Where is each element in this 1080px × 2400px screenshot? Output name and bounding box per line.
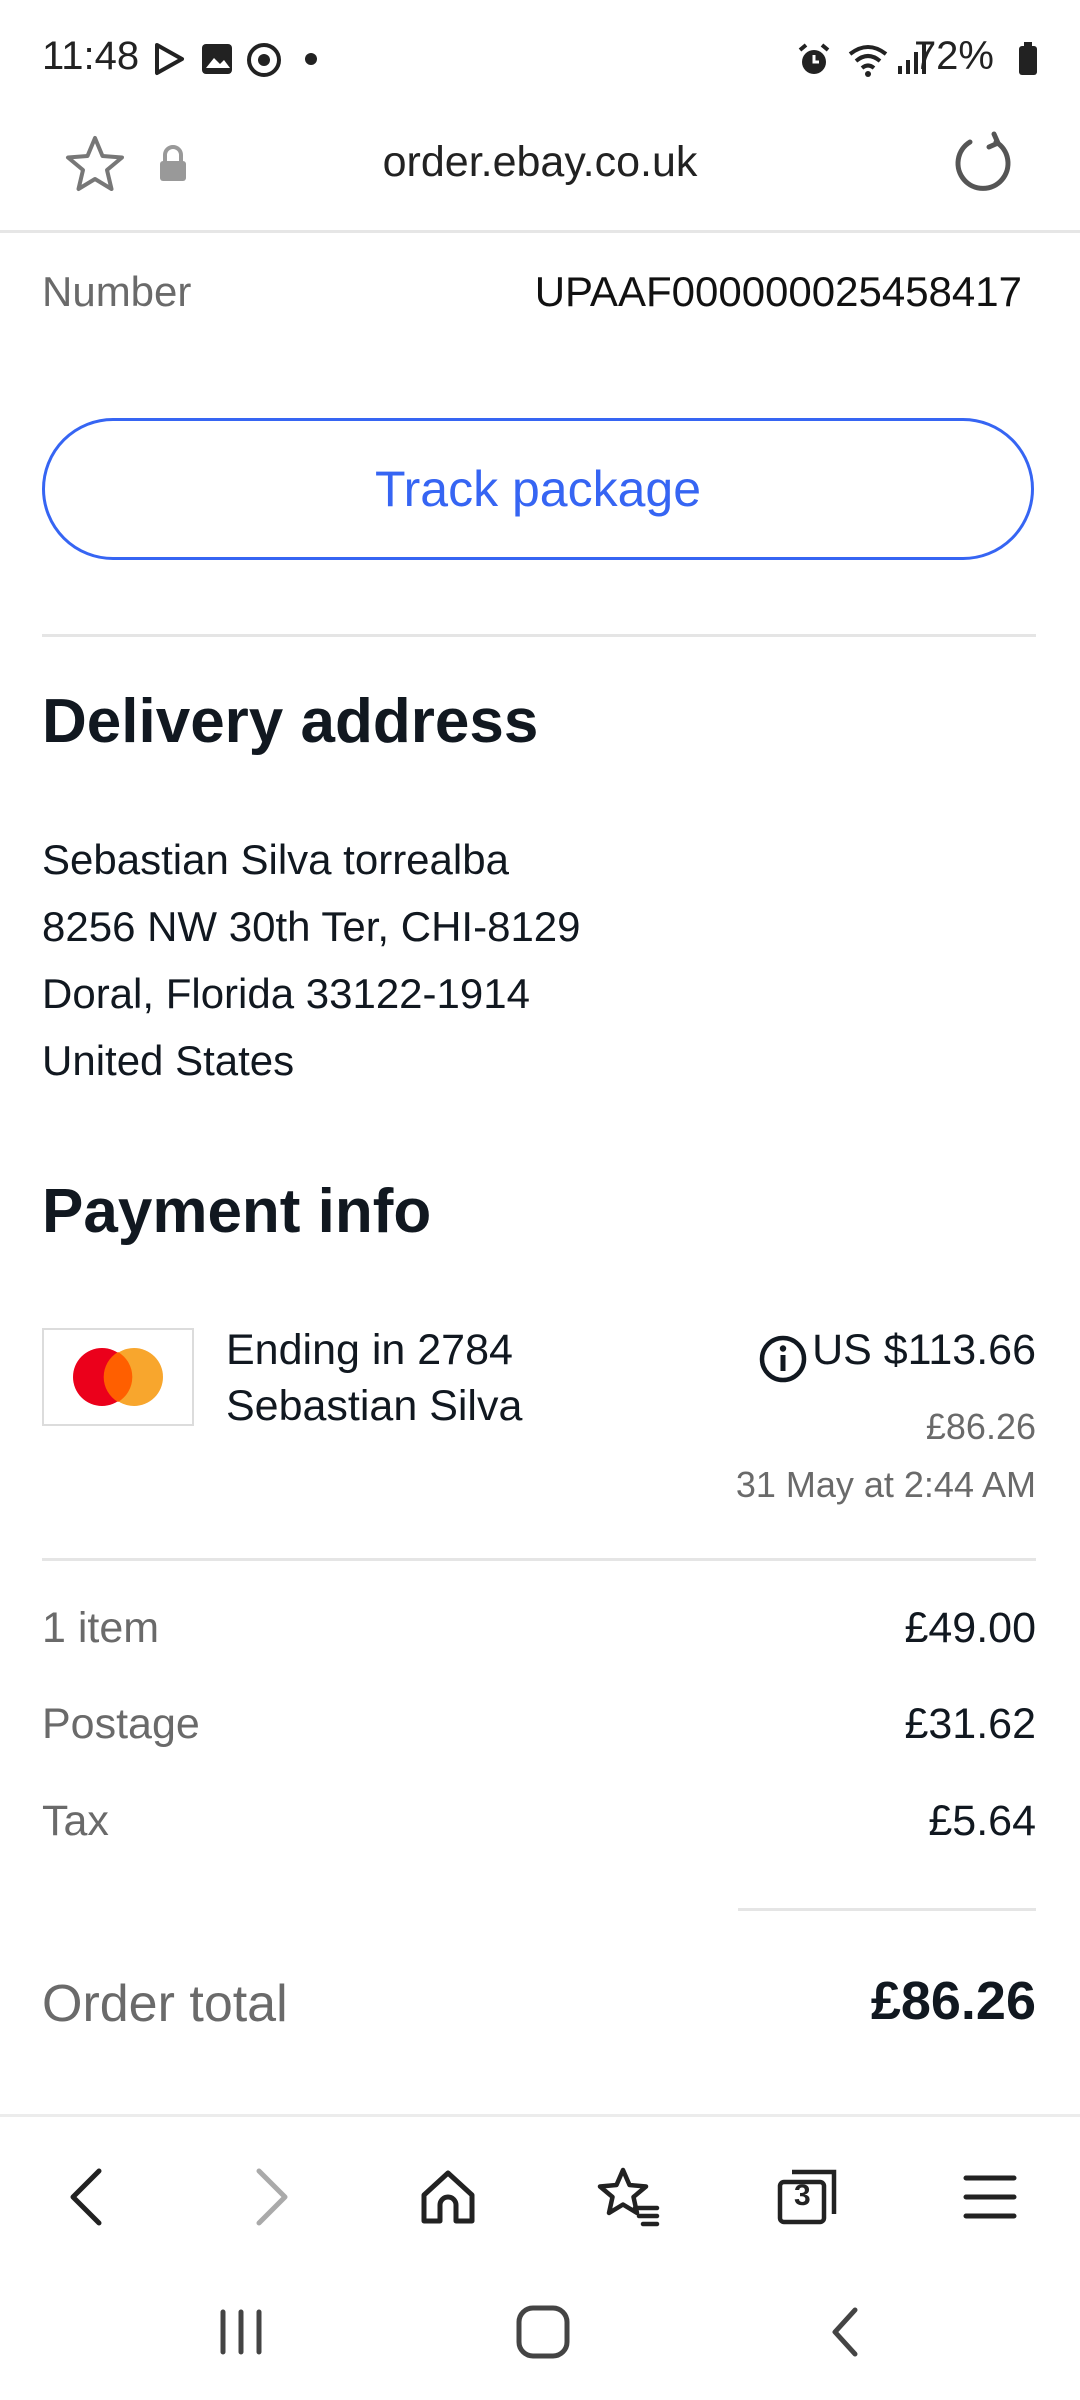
back-nav-icon bbox=[832, 2307, 858, 2357]
mastercard-logo bbox=[42, 1328, 194, 1426]
card-ending: Ending in 2784 bbox=[226, 1326, 513, 1374]
forward-arrow-icon bbox=[256, 2168, 288, 2226]
payment-date: 31 May at 2:44 AM bbox=[735, 1464, 1036, 1505]
home-nav-button[interactable] bbox=[498, 2292, 588, 2372]
gallery-icon bbox=[200, 42, 234, 81]
summary-value-tax: £5.64 bbox=[928, 1797, 1036, 1845]
menu-button[interactable] bbox=[950, 2157, 1030, 2237]
address-line-street: 8256 NW 30th Ter, CHI-8129 bbox=[42, 903, 581, 950]
refresh-icon[interactable] bbox=[950, 130, 1016, 201]
divider bbox=[42, 1558, 1036, 1561]
track-package-button[interactable]: Track package bbox=[42, 418, 1034, 560]
info-icon[interactable] bbox=[758, 1334, 808, 1389]
chrome-icon bbox=[246, 42, 282, 83]
dot-icon bbox=[304, 52, 318, 71]
alarm-icon bbox=[796, 42, 832, 83]
tracking-number-label: Number bbox=[42, 268, 192, 315]
summary-value-postage: £31.62 bbox=[904, 1700, 1036, 1748]
battery-icon bbox=[1018, 42, 1038, 81]
hamburger-menu-icon bbox=[963, 2175, 1017, 2219]
back-button[interactable] bbox=[46, 2157, 126, 2237]
subtotal-divider bbox=[738, 1908, 1036, 1911]
summary-label-items: 1 item bbox=[42, 1604, 160, 1652]
payment-amount-gbp: £86.26 bbox=[925, 1406, 1036, 1447]
address-line-name: Sebastian Silva torrealba bbox=[42, 836, 509, 883]
home-button[interactable] bbox=[408, 2157, 488, 2237]
home-nav-icon bbox=[516, 2305, 570, 2359]
back-arrow-icon bbox=[70, 2168, 102, 2226]
system-nav-bar bbox=[0, 2264, 1080, 2400]
tracking-number-value: UPAAF000000025458417 bbox=[534, 268, 1022, 315]
status-time: 11:48 bbox=[42, 34, 140, 78]
forward-button[interactable] bbox=[232, 2157, 312, 2237]
bookmarks-star-list-icon bbox=[597, 2167, 660, 2227]
recent-apps-button[interactable] bbox=[196, 2292, 286, 2372]
delivery-address-title: Delivery address bbox=[42, 687, 539, 756]
status-bar: 11:48 72% bbox=[0, 0, 1080, 120]
payment-info-title: Payment info bbox=[42, 1177, 432, 1246]
home-icon bbox=[421, 2170, 475, 2224]
browser-toolbar: 3 bbox=[0, 2114, 1080, 2267]
recent-apps-icon bbox=[220, 2309, 262, 2355]
summary-value-items: £49.00 bbox=[904, 1604, 1036, 1652]
payment-amount-usd: US $113.66 bbox=[812, 1326, 1036, 1374]
tab-count: 3 bbox=[794, 2179, 811, 2212]
summary-label-postage: Postage bbox=[42, 1700, 200, 1748]
mastercard-icon bbox=[73, 1348, 163, 1406]
card-holder: Sebastian Silva bbox=[226, 1382, 523, 1430]
wifi-icon bbox=[846, 42, 890, 83]
back-nav-button[interactable] bbox=[800, 2292, 890, 2372]
address-line-country: United States bbox=[42, 1037, 295, 1084]
bookmarks-button[interactable] bbox=[588, 2157, 668, 2237]
url-text[interactable]: order.ebay.co.uk bbox=[0, 138, 1080, 187]
order-total-label: Order total bbox=[42, 1975, 288, 2033]
address-line-city: Doral, Florida 33122-1914 bbox=[42, 970, 530, 1017]
play-store-icon bbox=[152, 42, 186, 81]
order-total-value: £86.26 bbox=[870, 1971, 1036, 2031]
url-bar[interactable]: order.ebay.co.uk bbox=[0, 120, 1080, 233]
battery-percent: 72% bbox=[913, 34, 994, 78]
tabs-button[interactable]: 3 bbox=[768, 2157, 848, 2237]
summary-label-tax: Tax bbox=[42, 1797, 109, 1845]
divider bbox=[42, 634, 1036, 637]
